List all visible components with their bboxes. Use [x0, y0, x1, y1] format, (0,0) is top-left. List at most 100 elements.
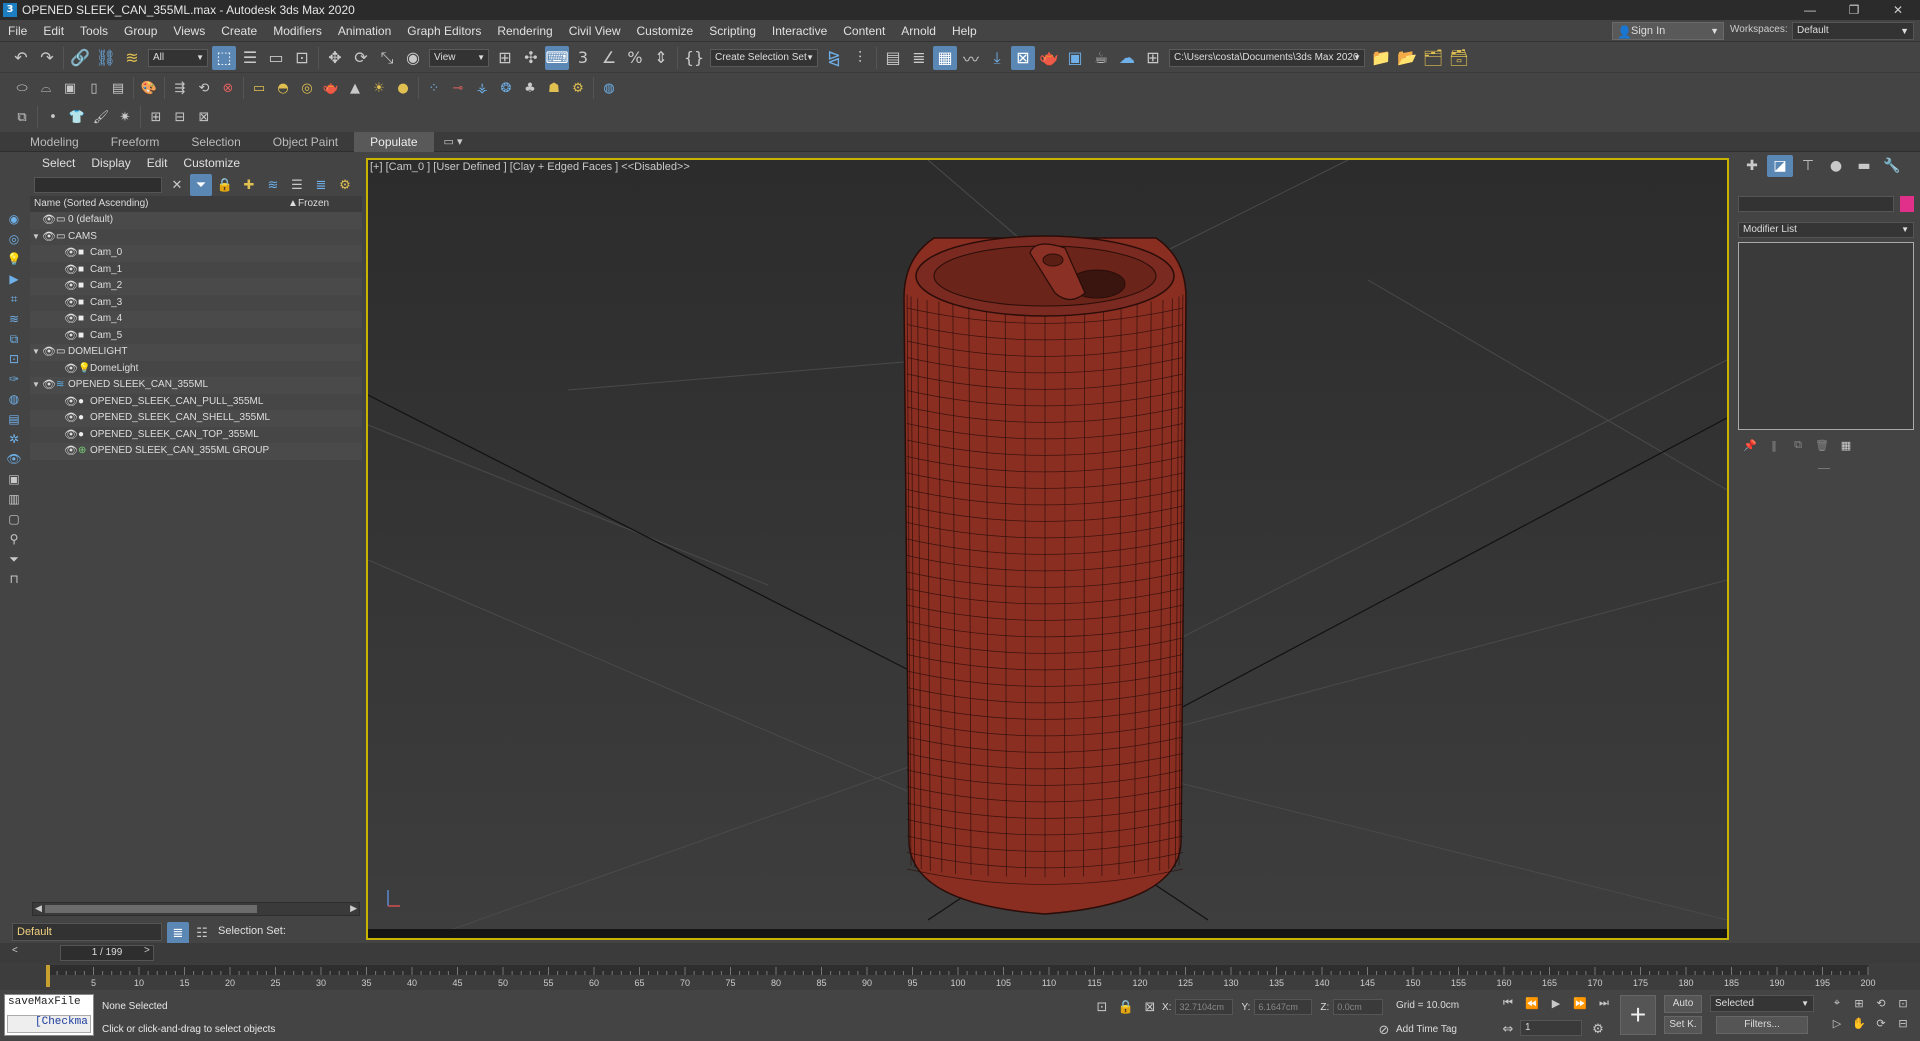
tab-modeling[interactable]: Modeling	[14, 132, 95, 152]
tree-node[interactable]: 👁 ■ Cam_3	[30, 295, 362, 312]
layer-explorer-icon[interactable]: ≣	[907, 46, 931, 70]
render-production-icon[interactable]: ☕	[1089, 46, 1113, 70]
foliage-icon[interactable]: ♣	[519, 77, 541, 99]
tree-node-label[interactable]: OPENED SLEEK_CAN_355ML	[68, 377, 208, 393]
motion-tab-icon[interactable]: ●	[1823, 155, 1849, 177]
visibility-eye-icon[interactable]: 👁	[64, 443, 78, 459]
layer-toggle-icon[interactable]: ≋	[262, 174, 284, 196]
lock-panel-icon[interactable]: ⊓	[3, 570, 25, 588]
link-icon[interactable]: 🔗	[68, 46, 92, 70]
tree-node-label[interactable]: CAMS	[68, 229, 97, 245]
expand-arrow-icon[interactable]: ▼	[32, 377, 40, 393]
selection-set-icon[interactable]: ☷	[191, 922, 213, 944]
scroll-right-icon[interactable]: ▶	[350, 903, 357, 914]
filter-edit-icon[interactable]: ⚲	[3, 530, 25, 548]
tree-node-label[interactable]: OPENED SLEEK_CAN_355ML GROUP	[90, 443, 269, 459]
shirt-icon[interactable]: 👕	[66, 106, 88, 128]
render-iterative-icon[interactable]: ⊞	[1141, 46, 1165, 70]
visibility-eye-icon[interactable]: 👁	[42, 344, 56, 360]
curve-editor-icon[interactable]: 〰	[959, 46, 983, 70]
tab-selection[interactable]: Selection	[175, 132, 256, 152]
redo-icon[interactable]: ↷	[35, 46, 59, 70]
make-unique-icon[interactable]: ⧉	[1787, 436, 1809, 454]
play-icon[interactable]: ▶	[1545, 994, 1567, 1012]
menu-modifiers[interactable]: Modifiers	[265, 20, 330, 42]
absolute-mode-icon[interactable]: ⊠	[1139, 996, 1161, 1018]
expand-arrow-icon[interactable]: ▼	[32, 344, 40, 360]
window-crossing-icon[interactable]: ⊡	[290, 46, 314, 70]
time-slider-prev[interactable]: <	[12, 945, 18, 956]
go-to-start-icon[interactable]: ⏮	[1497, 994, 1519, 1012]
tree-node[interactable]: ▼ 👁 ≋ OPENED SLEEK_CAN_355ML	[30, 377, 362, 394]
viewport-cam-0[interactable]: [+] [Cam_0 ] [User Defined ] [Clay + Edg…	[366, 158, 1729, 940]
field-of-view-icon[interactable]: ▷	[1827, 1014, 1847, 1032]
scene-explorer-toggle-icon[interactable]: ▤	[881, 46, 905, 70]
tree-node-label[interactable]: Cam_0	[90, 245, 122, 261]
visibility-eye-icon[interactable]: 👁	[42, 377, 56, 393]
spinner-snap-icon[interactable]: ⇕	[649, 46, 673, 70]
visibility-eye-icon[interactable]: 👁	[42, 229, 56, 245]
move-icon[interactable]: ✥	[323, 46, 347, 70]
tree-node[interactable]: 👁 ⊕ OPENED SLEEK_CAN_355ML GROUP	[30, 443, 362, 460]
ribbon-options-icon[interactable]: ▭ ▾	[444, 135, 463, 148]
boolean-icon[interactable]: ⊗	[217, 77, 239, 99]
object-color-swatch[interactable]	[1900, 196, 1914, 212]
scrollbar-thumb[interactable]	[45, 905, 257, 913]
menu-interactive[interactable]: Interactive	[764, 20, 835, 42]
current-frame-field[interactable]: 1	[1520, 1020, 1582, 1036]
select-manipulate-icon[interactable]: ✣	[519, 46, 543, 70]
cloth-icon[interactable]: ⚶	[471, 77, 493, 99]
sign-in-dropdown[interactable]: 👤 Sign In ▼	[1612, 22, 1724, 40]
x-coordinate-field[interactable]: 32.7104cm	[1175, 999, 1234, 1015]
plane-icon[interactable]: ▤	[107, 77, 129, 99]
visibility-eye-icon[interactable]: 👁	[64, 394, 78, 410]
menu-edit[interactable]: Edit	[35, 20, 72, 42]
align-icon[interactable]: ⫶	[848, 46, 872, 70]
box-icon[interactable]: ▣	[59, 77, 81, 99]
tree-node-label[interactable]: Cam_2	[90, 278, 122, 294]
sphere-icon[interactable]: ◓	[272, 77, 294, 99]
filter-toggle-icon[interactable]: ⏷	[190, 174, 212, 196]
visibility-eye-icon[interactable]: 👁	[64, 262, 78, 278]
previous-frame-icon[interactable]: ⏪	[1521, 994, 1543, 1012]
material-editor-icon[interactable]: ⊠	[1011, 45, 1035, 70]
tree-node-label[interactable]: OPENED_SLEEK_CAN_TOP_355ML	[90, 427, 259, 443]
zoom-region-icon[interactable]: ⊟	[1893, 1014, 1913, 1032]
track-bar[interactable]: 5 10 15 20 25 30 35 40 45 50 55 60 65 70 75 80 85 90 95 100…	[0, 963, 1920, 990]
display-helpers-icon[interactable]: ⌗	[3, 290, 25, 308]
project-new-icon[interactable]: 📂	[1395, 46, 1419, 70]
menu-arnold[interactable]: Arnold	[893, 20, 944, 42]
column-name-label[interactable]: Name (Sorted Ascending)	[34, 198, 149, 209]
rendered-frame-window-icon[interactable]: ▣	[1063, 46, 1087, 70]
lock-icon[interactable]: 🔒	[214, 174, 236, 196]
tree-node[interactable]: 👁 ■ Cam_0	[30, 245, 362, 262]
layer-list-icon[interactable]: ▣	[3, 470, 25, 488]
restore-button[interactable]: ❐	[1832, 0, 1876, 20]
cylinder-icon[interactable]: ▯	[83, 77, 105, 99]
particles-icon[interactable]: ⁘	[423, 77, 445, 99]
tree-node[interactable]: 👁 ● OPENED_SLEEK_CAN_TOP_355ML	[30, 427, 362, 444]
snaps-toggle-icon[interactable]: 3	[571, 46, 595, 70]
tree-node-label[interactable]: Cam_3	[90, 295, 122, 311]
globe-icon[interactable]: ◍	[598, 77, 620, 99]
tree-node[interactable]: ▼ 👁 ▭ CAMS	[30, 229, 362, 246]
tree-node[interactable]: 👁 ■ Cam_4	[30, 311, 362, 328]
scene-horizontal-scrollbar[interactable]: ◀ ▶	[32, 902, 360, 916]
close-button[interactable]: ✕	[1876, 0, 1920, 20]
display-shapes-icon[interactable]: ◎	[3, 230, 25, 248]
visibility-eye-icon[interactable]: 👁	[64, 328, 78, 344]
select-by-name-icon[interactable]: ☰	[238, 46, 262, 70]
project-path-dropdown[interactable]: C:\Users\costa\Documents\3ds Max 2020 ▼	[1169, 48, 1365, 67]
display-spacewarps-icon[interactable]: ≋	[3, 310, 25, 328]
display-containers-icon[interactable]: ◍	[3, 390, 25, 408]
dynamics-icon[interactable]: ⊸	[447, 77, 469, 99]
display-lights-icon[interactable]: 💡	[3, 250, 25, 268]
viewport-label[interactable]: [+] [Cam_0 ] [User Defined ] [Clay + Edg…	[370, 161, 690, 173]
scene-menu-select[interactable]: Select	[34, 152, 83, 174]
container-icon[interactable]: ⊞	[145, 106, 167, 128]
auto-key-button[interactable]: Auto	[1664, 995, 1702, 1013]
render-cloud-icon[interactable]: ☁	[1115, 46, 1139, 70]
next-frame-icon[interactable]: ⏩	[1569, 994, 1591, 1012]
scroll-left-icon[interactable]: ◀	[35, 903, 42, 914]
menu-animation[interactable]: Animation	[330, 20, 399, 42]
